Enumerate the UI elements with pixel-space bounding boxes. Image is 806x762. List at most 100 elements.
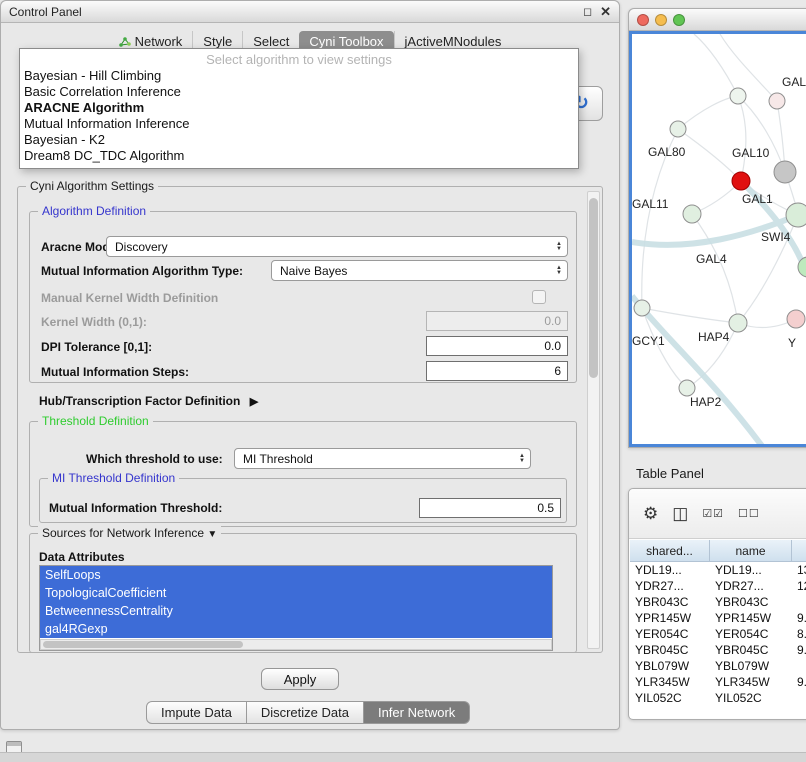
network-node-selected-red[interactable] xyxy=(732,172,750,190)
popup-placeholder: Select algorithm to view settings xyxy=(20,51,578,68)
table-cell: YBR045C xyxy=(630,642,710,658)
table-cell: 12 xyxy=(792,578,806,594)
hub-section-toggle[interactable]: Hub/Transcription Factor Definition ▶ xyxy=(39,394,258,408)
which-threshold-combo[interactable]: MI Threshold ▲▼ xyxy=(234,448,531,469)
table-row[interactable]: YER054C YER054C 8. xyxy=(630,626,806,642)
tab-label: Infer Network xyxy=(378,705,455,720)
table-cell: YBR045C xyxy=(710,642,792,658)
desktop: Control Panel ◻ ✕ Network Style Select C… xyxy=(0,0,806,762)
network-node[interactable] xyxy=(670,121,686,137)
table-cell: 13 xyxy=(792,562,806,578)
dpi-tolerance-input[interactable] xyxy=(426,336,568,356)
network-node[interactable] xyxy=(786,203,806,227)
scrollbar-thumb[interactable] xyxy=(43,641,243,648)
node-label: GAL11 xyxy=(632,197,668,211)
popup-item-aracne[interactable]: ARACNE Algorithm xyxy=(20,100,578,116)
network-node[interactable] xyxy=(729,314,747,332)
aracne-mode-combo[interactable]: Discovery ▲▼ xyxy=(106,236,568,257)
mi-threshold-input[interactable] xyxy=(419,498,561,518)
float-window-icon[interactable]: ◻ xyxy=(583,5,592,18)
table-cell: 8. xyxy=(792,626,806,642)
table-row[interactable]: YPR145W YPR145W 9. xyxy=(630,610,806,626)
node-label: HAP4 xyxy=(698,330,729,344)
manual-kernel-label: Manual Kernel Width Definition xyxy=(41,291,218,305)
network-node[interactable] xyxy=(683,205,701,223)
tab-label: jActiveMNodules xyxy=(405,34,502,49)
list-hscrollbar[interactable] xyxy=(40,639,552,650)
table-cell: YLR345W xyxy=(710,674,792,690)
list-item[interactable]: gal4RGexp xyxy=(40,620,552,638)
list-item[interactable]: BetweennessCentrality xyxy=(40,602,552,620)
column-header-shared-name[interactable]: shared... xyxy=(630,540,710,562)
popup-item-dream8[interactable]: Dream8 DC_TDC Algorithm xyxy=(20,148,578,164)
tab-label: Style xyxy=(203,34,232,49)
mi-steps-input[interactable] xyxy=(426,361,568,381)
network-node[interactable] xyxy=(730,88,746,104)
close-traffic-icon[interactable] xyxy=(637,14,649,26)
table-row[interactable]: YDL19... YDL19... 13 xyxy=(630,562,806,578)
apply-button[interactable]: Apply xyxy=(261,668,339,690)
expand-right-icon: ▶ xyxy=(250,396,258,408)
table-cell: YPR145W xyxy=(710,610,792,626)
network-node[interactable] xyxy=(769,93,785,109)
sources-title[interactable]: Sources for Network Inference ▼ xyxy=(38,526,221,540)
table-cell: YER054C xyxy=(710,626,792,642)
apply-button-label: Apply xyxy=(284,672,317,687)
deselect-all-icon[interactable]: ☐☐ xyxy=(738,507,760,520)
scrollbar-thumb[interactable] xyxy=(589,198,598,378)
table-cell: YER054C xyxy=(630,626,710,642)
zoom-traffic-icon[interactable] xyxy=(673,14,685,26)
popup-item-bayesian-hill-climbing[interactable]: Bayesian - Hill Climbing xyxy=(20,68,578,84)
mi-type-combo[interactable]: Naive Bayes ▲▼ xyxy=(271,260,568,281)
data-attributes-list[interactable]: SelfLoops TopologicalCoefficient Between… xyxy=(39,565,553,651)
network-node[interactable] xyxy=(634,300,650,316)
table-row[interactable]: YBL079W YBL079W xyxy=(630,658,806,674)
popup-item-mutual-information[interactable]: Mutual Information Inference xyxy=(20,116,578,132)
which-threshold-label: Which threshold to use: xyxy=(86,452,223,466)
table-cell: YIL052C xyxy=(630,690,710,706)
close-icon[interactable]: ✕ xyxy=(600,4,611,20)
tab-infer-network[interactable]: Infer Network xyxy=(364,701,470,724)
network-node[interactable] xyxy=(774,161,796,183)
threshold-definition-title: Threshold Definition xyxy=(38,414,153,428)
columns-icon[interactable]: ◫ xyxy=(672,504,688,524)
table-row[interactable]: YBR045C YBR045C 9. xyxy=(630,642,806,658)
node-label: GAL xyxy=(782,75,806,89)
popup-item-bayesian-k2[interactable]: Bayesian - K2 xyxy=(20,132,578,148)
node-label: GAL1 xyxy=(742,192,773,206)
select-all-icon[interactable]: ☑☑ xyxy=(702,507,724,520)
table-cell: YDL19... xyxy=(630,562,710,578)
column-header-extra[interactable] xyxy=(792,540,806,562)
table-cell: YDL19... xyxy=(710,562,792,578)
table-row[interactable]: YLR345W YLR345W 9. xyxy=(630,674,806,690)
gear-icon[interactable]: ⚙ xyxy=(643,504,658,524)
combo-arrows-icon: ▲▼ xyxy=(556,266,562,276)
table-row[interactable]: YBR043C YBR043C xyxy=(630,594,806,610)
tab-discretize-data[interactable]: Discretize Data xyxy=(247,701,364,724)
table-cell: YLR345W xyxy=(630,674,710,690)
network-window-titlebar[interactable] xyxy=(629,9,806,31)
list-item[interactable]: TopologicalCoefficient xyxy=(40,584,552,602)
column-header-name[interactable]: name xyxy=(710,540,792,562)
table-row[interactable]: YDR27... YDR27... 12 xyxy=(630,578,806,594)
list-item[interactable]: SelfLoops xyxy=(40,566,552,584)
minimize-traffic-icon[interactable] xyxy=(655,14,667,26)
table-cell xyxy=(792,594,806,610)
tab-impute-data[interactable]: Impute Data xyxy=(146,701,247,724)
node-label: HAP2 xyxy=(690,395,721,409)
kernel-width-label: Kernel Width (0,1): xyxy=(41,315,147,329)
table-cell: YBL079W xyxy=(710,658,792,674)
network-node[interactable] xyxy=(679,380,695,396)
tab-label: Cyni Toolbox xyxy=(309,34,383,49)
network-node[interactable] xyxy=(787,310,805,328)
node-label: SWI4 xyxy=(761,230,790,244)
control-panel-titlebar[interactable]: Control Panel ◻ ✕ xyxy=(1,1,619,23)
tab-label: Impute Data xyxy=(161,705,232,720)
manual-kernel-checkbox xyxy=(532,290,546,304)
popup-item-basic-correlation[interactable]: Basic Correlation Inference xyxy=(20,84,578,100)
network-canvas[interactable]: GAL GAL80 GAL10 GAL11 GAL1 SWI4 GAL4 GCY… xyxy=(629,31,806,447)
data-attributes-label: Data Attributes xyxy=(39,550,125,564)
settings-scrollbar[interactable] xyxy=(587,191,600,649)
table-row[interactable]: YIL052C YIL052C xyxy=(630,690,806,706)
which-threshold-value: MI Threshold xyxy=(243,452,313,466)
